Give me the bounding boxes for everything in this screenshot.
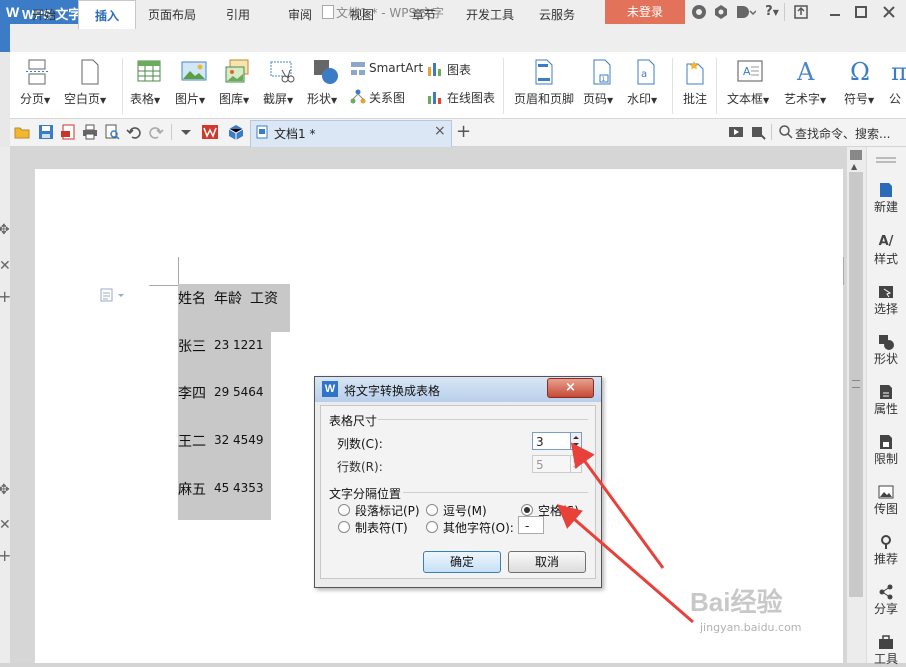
annotation-arrow — [570, 442, 665, 569]
annotation-arrow — [556, 504, 694, 624]
watermark-url: jingyan.baidu.com — [700, 621, 802, 634]
annotation-arrows — [556, 442, 694, 624]
baidu-jingyan-watermark: Bai经验 — [690, 587, 783, 617]
